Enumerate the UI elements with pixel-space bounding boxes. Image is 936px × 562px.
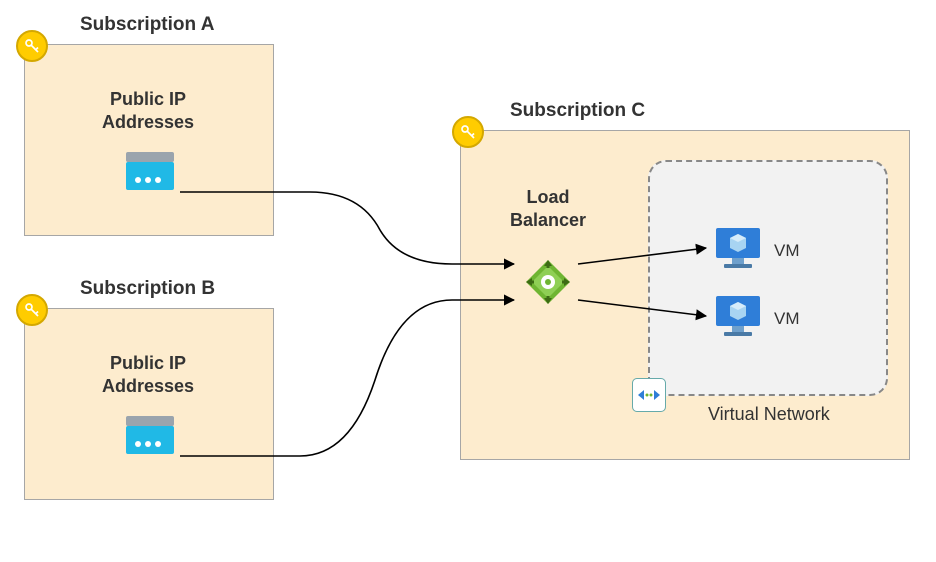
connector-lb-to-vm2	[0, 0, 936, 562]
